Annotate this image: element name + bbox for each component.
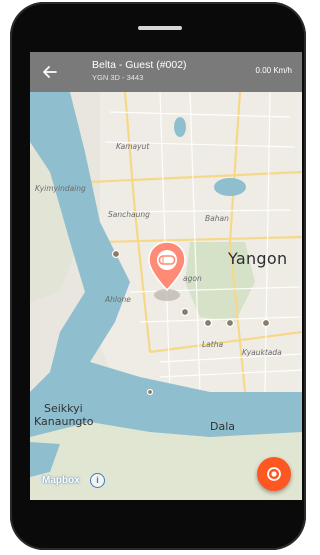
map-label-latha: Latha: [202, 340, 224, 349]
map-info-button[interactable]: i: [90, 473, 105, 488]
map-label-kanaungto: Kanaungto: [34, 415, 94, 428]
app-screen: Belta - Guest (#002) YGN 3D - 3443 0.00 …: [30, 52, 302, 500]
map-label-dala: Dala: [210, 420, 236, 433]
map-label-ahlone: Ahlone: [105, 295, 131, 304]
speed-readout: 0.00 Km/h: [255, 66, 292, 75]
my-location-icon: [267, 467, 281, 481]
arrow-left-icon: [43, 66, 57, 78]
vehicle-title: Belta - Guest (#002): [92, 59, 187, 71]
map-label-bahan: Bahan: [205, 214, 229, 223]
mapbox-logo: Mapbox: [42, 475, 80, 486]
header-titles: Belta - Guest (#002) YGN 3D - 3443: [92, 59, 187, 83]
map-label-kamayut: Kamayut: [116, 142, 150, 151]
phone-speaker: [138, 26, 182, 30]
vehicle-plate: YGN 3D - 3443: [92, 73, 144, 82]
map-label-kyauktada: Kyauktada: [242, 348, 282, 357]
car-marker-icon[interactable]: [145, 240, 189, 302]
map-label-sanchaung: Sanchaung: [108, 210, 150, 219]
locate-button[interactable]: [257, 457, 291, 491]
app-bar: Belta - Guest (#002) YGN 3D - 3443 0.00 …: [30, 52, 302, 92]
map-label-yangon: Yangon: [228, 249, 288, 268]
back-button[interactable]: [40, 62, 60, 82]
map-label-seikkyi: Seikkyi: [44, 402, 83, 415]
map-view[interactable]: Kamayut Kyimyindaing Sanchaung Bahan Yan…: [30, 92, 302, 500]
map-label-kyimyindaing: Kyimyindaing: [35, 184, 86, 193]
